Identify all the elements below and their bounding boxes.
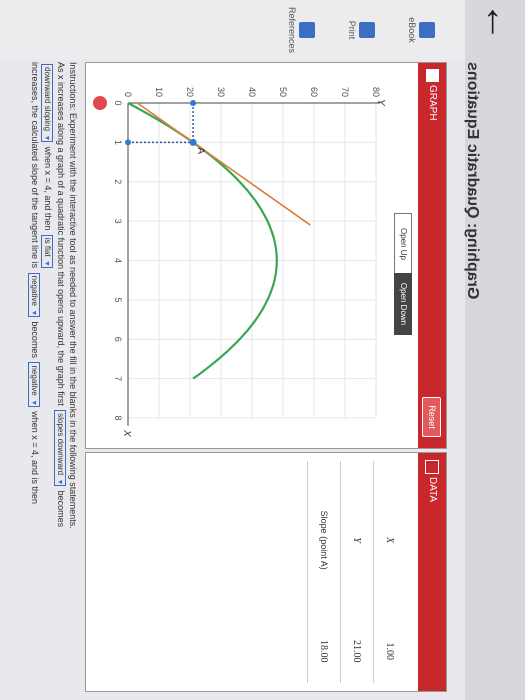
reset-button[interactable]: Reset [422,397,441,437]
x-tick-label: 7 [113,376,123,381]
x-tick-label: 0 [113,100,123,105]
select-tangent-becomes[interactable]: negative [28,362,40,407]
select-slope-shape[interactable]: downward sloping [41,64,53,143]
top-bar: ← Graphing: Quadratic Equations [464,0,525,700]
table-key-y: Y [340,461,374,620]
data-header-label: DATA [427,477,438,503]
statement-1-part-b: becomes [56,490,66,528]
data-panel: DATA X 1.00 Y 21.00 Slope (point A) 18.0… [85,452,447,692]
table-icon [425,460,439,474]
table-value-x: 1.00 [373,619,406,683]
statement-2-part-a: increases, the calculated slope of the t… [30,62,40,269]
y-tick-label: 20 [185,87,195,97]
sidebar: eBook Print References [0,0,465,60]
select-slope-direction[interactable]: slopes downward [54,410,66,487]
sidebar-item-label: Print [347,20,357,40]
sidebar-item-references[interactable]: References [287,0,315,60]
statement-2-part-c: when x = 4, and is then [30,411,40,505]
page-title: Graphing: Quadratic Equations [464,62,481,300]
select-slope-after[interactable]: is flat [41,234,53,268]
point-a-marker[interactable] [189,138,197,146]
back-arrow-icon[interactable]: ← [477,2,521,42]
y-tick-label: 70 [340,87,350,97]
x-tick-label: 6 [113,337,123,342]
x-tick-label: 3 [113,219,123,224]
quadratic-plot[interactable]: 0123456780 10 20 30 40 50 60 70 80 Y X A [90,63,390,448]
y-tick-label: 60 [309,87,319,97]
print-icon [359,22,375,38]
statement-1-part-a: As x increases along a graph of a quadra… [56,62,66,406]
y-tick-label: 30 [216,87,226,97]
sidebar-item-ebook[interactable]: eBook [407,0,435,60]
y-tick-label: 80 [371,87,381,97]
y-tick-label: 0 [123,92,133,97]
parabola-curve [127,102,278,380]
x-tick-label: 4 [113,258,123,263]
table-row: Slope (point A) 18.00 [307,461,341,683]
x-axis-label: X [121,429,132,437]
graph-icon [426,69,439,82]
book-icon [419,22,435,38]
tangent-line [136,102,311,226]
statement-1-part-c: when x = 4, and then [43,146,53,231]
select-tangent-sign[interactable]: negative [28,272,40,317]
table-key-slope: Slope (point A) [307,461,341,620]
y-tick-label: 10 [154,87,164,97]
table-value-y: 21.00 [340,619,374,683]
x-tick-label: 5 [113,297,123,302]
graph-panel: GRAPH Reset Open Up Open Down 0123456780… [85,62,447,449]
ticks: 0123456780 10 20 30 40 50 60 70 80 [113,87,381,421]
table-row: Y 21.00 [340,461,374,683]
y-tick-label: 40 [247,87,257,97]
sidebar-item-label: eBook [407,17,417,43]
point-a-label: A [195,147,206,154]
sidebar-item-label: References [287,6,297,54]
x-tick-label: 2 [113,179,123,184]
statement-2-part-b: becomes [30,321,40,358]
grid [127,102,380,426]
sidebar-item-print[interactable]: Print [347,0,375,60]
table-value-slope: 18.00 [307,619,341,683]
statement-1: As x increases along a graph of a quadra… [54,62,67,692]
open-down-toggle[interactable]: Open Down [394,273,412,335]
references-icon [299,22,315,38]
instructions: Instructions: Experiment with the intera… [28,62,79,692]
table-key-x: X [373,461,406,620]
y-axis-handle[interactable] [190,100,197,106]
rotated-screen: ← Graphing: Quadratic Equations eBook Pr… [0,0,525,700]
statement-1-continued: downward sloping when x = 4, and then is… [41,62,54,692]
drag-handle[interactable] [93,96,107,110]
data-table: X 1.00 Y 21.00 Slope (point A) 18.00 [307,461,406,683]
photo-frame: ← Graphing: Quadratic Equations eBook Pr… [0,0,525,700]
open-up-toggle[interactable]: Open Up [394,213,412,275]
data-header: DATA [418,453,446,691]
y-tick-label: 50 [278,87,288,97]
table-row: X 1.00 [373,461,406,683]
x-axis-handle[interactable] [125,139,131,146]
graph-header: GRAPH Reset [418,63,446,448]
graph-header-label: GRAPH [427,85,438,121]
instructions-text: Instructions: Experiment with the intera… [68,62,78,529]
x-tick-label: 8 [113,415,123,420]
statement-2: increases, the calculated slope of the t… [28,62,41,692]
y-axis-label: Y [375,99,386,107]
x-tick-label: 1 [113,140,123,145]
